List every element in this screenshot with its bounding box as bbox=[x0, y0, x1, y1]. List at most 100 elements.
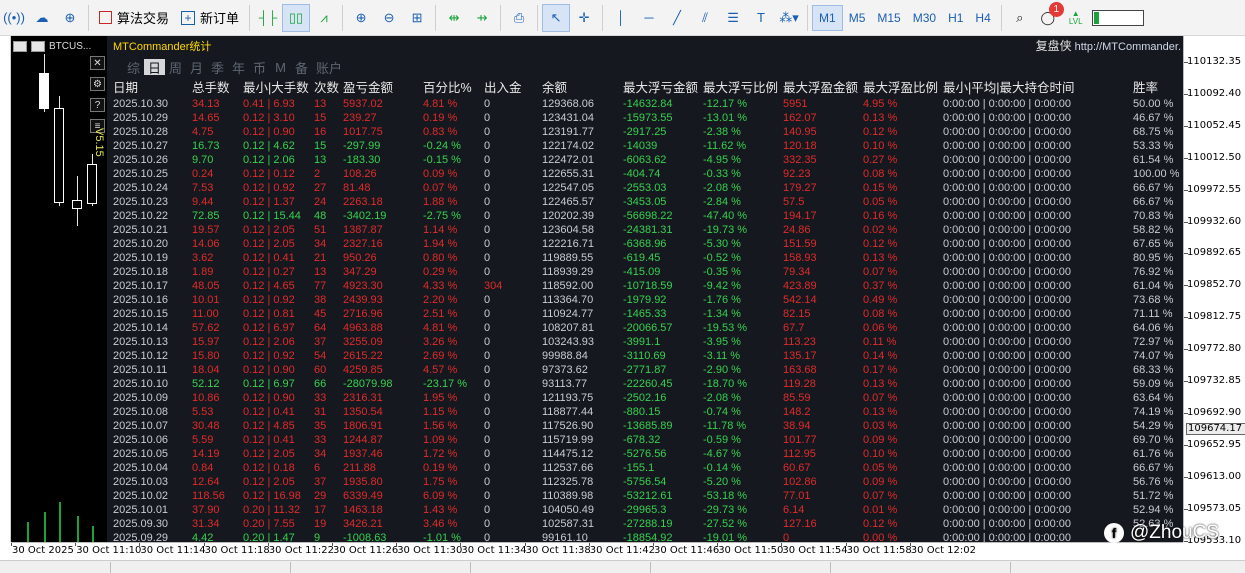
timeframe-h1[interactable]: H1 bbox=[942, 5, 969, 31]
cell-win: 68.75 % bbox=[1133, 126, 1174, 138]
cell-dep: 0 bbox=[484, 448, 491, 460]
tile-windows-icon[interactable]: ⊞ bbox=[403, 4, 431, 32]
tab-3[interactable]: 月 bbox=[186, 59, 207, 76]
cell-time: 0:00:00 | 0:00:00 | 0:00:00 bbox=[943, 532, 1072, 542]
timeframe-m5[interactable]: M5 bbox=[843, 5, 872, 31]
column-header: 盈亏金额 bbox=[343, 81, 394, 95]
zoom-in-icon[interactable]: ⊕ bbox=[347, 4, 375, 32]
price-label: 110052.45 bbox=[1187, 119, 1242, 131]
zoom-out-icon[interactable]: ⊖ bbox=[375, 4, 403, 32]
timeframe-m1[interactable]: M1 bbox=[812, 4, 843, 31]
tab-5[interactable]: 年 bbox=[228, 59, 249, 76]
cell-mfp: 119.28 bbox=[783, 378, 816, 390]
tab-7[interactable]: M bbox=[270, 59, 291, 75]
cell-cnt: 13 bbox=[314, 266, 327, 278]
crosshair-icon[interactable]: ✛ bbox=[570, 4, 598, 32]
cell-mfpp: 0.12 % bbox=[863, 518, 898, 530]
time-axis[interactable]: 30 Oct 2025 30 Oct 11:10 30 Oct 11:14 30 Oc… bbox=[11, 542, 1183, 559]
tab-9[interactable]: 账户 bbox=[312, 59, 346, 76]
settings-icon[interactable]: ⚙ bbox=[90, 77, 105, 91]
timeframe-m30[interactable]: M30 bbox=[907, 5, 942, 31]
tab-0[interactable]: 综 bbox=[123, 59, 144, 76]
line-chart-icon[interactable]: ⩘ bbox=[310, 4, 338, 32]
horizontal-line-icon[interactable]: ─ bbox=[635, 4, 663, 32]
table-row: 2025.10.11 18.04 0.12 | 0.90 60 4259.85 4.57 … bbox=[107, 363, 1183, 377]
screenshot-icon[interactable]: ⎙ bbox=[505, 4, 533, 32]
cell-mfl: -2502.16 bbox=[623, 392, 667, 404]
panel-link[interactable]: 复盘侠 http://MTCommander. bbox=[1036, 37, 1181, 54]
cell-mm: 0.12 | 0.41 bbox=[243, 406, 295, 418]
cell-mm: 0.12 | 4.62 bbox=[243, 140, 295, 152]
cell-mfl: -415.09 bbox=[623, 266, 661, 278]
cell-pct: 0.19 % bbox=[423, 462, 458, 474]
price-label: 109812.75 bbox=[1187, 311, 1242, 323]
trendline-icon[interactable]: ╱ bbox=[663, 4, 691, 32]
cell-mflp: -2.08 % bbox=[703, 182, 741, 194]
cloud-icon[interactable]: ☁ bbox=[28, 4, 56, 32]
cell-tot: 19.57 bbox=[192, 224, 220, 236]
cell-pnl: 347.29 bbox=[343, 266, 377, 278]
cell-mfl: -880.15 bbox=[623, 406, 661, 418]
cell-tot: 10.01 bbox=[192, 294, 220, 306]
table-row: 2025.10.19 3.62 0.12 | 0.41 21 950.26 0.80 % 0… bbox=[107, 251, 1183, 265]
channel-icon[interactable]: ⫽ bbox=[691, 4, 719, 32]
cell-bal: 117526.90 bbox=[542, 420, 594, 432]
new-order-button[interactable]: + 新订单 bbox=[175, 4, 245, 32]
cell-dep: 0 bbox=[484, 154, 491, 166]
cursor-icon[interactable]: ↖ bbox=[542, 3, 571, 32]
add-chart-icon[interactable]: ⊕ bbox=[56, 4, 84, 32]
algo-trading-button[interactable]: 算法交易 bbox=[93, 4, 175, 32]
tab-6[interactable]: 币 bbox=[249, 59, 270, 76]
search-icon[interactable]: ⌕ bbox=[1006, 4, 1034, 32]
panel-link-cn: 复盘侠 bbox=[1035, 39, 1072, 53]
cell-mfl: -2771.87 bbox=[623, 364, 667, 376]
autoscroll-icon[interactable]: ⇸ bbox=[468, 4, 496, 32]
notifications-icon[interactable]: ◯ 1 bbox=[1034, 1, 1064, 32]
cell-dep: 0 bbox=[484, 98, 491, 110]
tab-8[interactable]: 备 bbox=[291, 59, 312, 76]
help-icon[interactable]: ? bbox=[90, 98, 105, 112]
timeframe-h4[interactable]: H4 bbox=[969, 5, 996, 31]
cell-mm: 0.12 | 4.85 bbox=[243, 420, 295, 432]
fibonacci-icon[interactable]: ☰ bbox=[719, 4, 747, 32]
cell-mm: 0.12 | 2.06 bbox=[243, 154, 295, 166]
text-icon[interactable]: T bbox=[747, 4, 775, 32]
cell-mflp: -0.74 % bbox=[703, 406, 741, 418]
cell-dep: 0 bbox=[484, 392, 491, 404]
cell-mflp: -4.67 % bbox=[703, 448, 741, 460]
cell-pct: 1.15 % bbox=[423, 406, 458, 418]
time-label: 30 Oct 11:22 bbox=[268, 545, 334, 556]
time-label: 30 Oct 11:34 bbox=[461, 545, 527, 556]
table-row: 2025.10.26 9.70 0.12 | 2.06 13 -183.30 -0.15 … bbox=[107, 153, 1183, 167]
cell-mfp: 0 bbox=[783, 532, 790, 542]
bar-chart-icon[interactable]: ┤├ bbox=[254, 4, 282, 32]
cell-mfpp: 0.37 % bbox=[863, 280, 898, 292]
shapes-icon[interactable]: ⁂▾ bbox=[775, 4, 803, 32]
price-axis[interactable]: 110132.35 110092.40 110052.45 110012.50 1099… bbox=[1183, 36, 1245, 546]
cell-win: 69.70 % bbox=[1133, 434, 1174, 446]
cell-dep: 0 bbox=[484, 252, 491, 264]
cell-mflp: -18.70 % bbox=[703, 378, 748, 390]
cell-pct: 6.09 % bbox=[423, 490, 458, 502]
cell-time: 0:00:00 | 0:00:00 | 0:00:00 bbox=[943, 238, 1072, 250]
timeframe-m15[interactable]: M15 bbox=[871, 5, 906, 31]
chart-area[interactable]: BTCUS... ✕ ⚙ ? ≡ V5.15 MTCommander统计 复盘侠… bbox=[11, 36, 1183, 542]
cell-bal: 118592.00 bbox=[542, 280, 594, 292]
cell-pct: 4.81 % bbox=[423, 322, 458, 334]
symbol-header: BTCUS... bbox=[13, 38, 91, 54]
chart-shift-icon[interactable]: ⇹ bbox=[440, 4, 468, 32]
signal-icon[interactable]: ((•)) bbox=[0, 4, 28, 32]
cell-win: 46.67 % bbox=[1133, 112, 1174, 124]
close-icon[interactable]: ✕ bbox=[90, 56, 105, 70]
cell-bal: 97373.62 bbox=[542, 364, 588, 376]
tab-1[interactable]: 日 bbox=[144, 59, 165, 76]
vertical-line-icon[interactable]: │ bbox=[607, 4, 635, 32]
tab-4[interactable]: 季 bbox=[207, 59, 228, 76]
cell-mflp: -11.62 % bbox=[703, 140, 747, 152]
candlestick-icon[interactable]: ▯▯ bbox=[282, 3, 311, 32]
period-tabs: 综日周月季年币 M 备账户 bbox=[123, 59, 346, 76]
cell-win: 50.00 % bbox=[1133, 98, 1174, 110]
cell-pnl: 1806.91 bbox=[343, 420, 383, 432]
tab-2[interactable]: 周 bbox=[165, 59, 186, 76]
cell-mfl: -15973.55 bbox=[623, 112, 673, 124]
